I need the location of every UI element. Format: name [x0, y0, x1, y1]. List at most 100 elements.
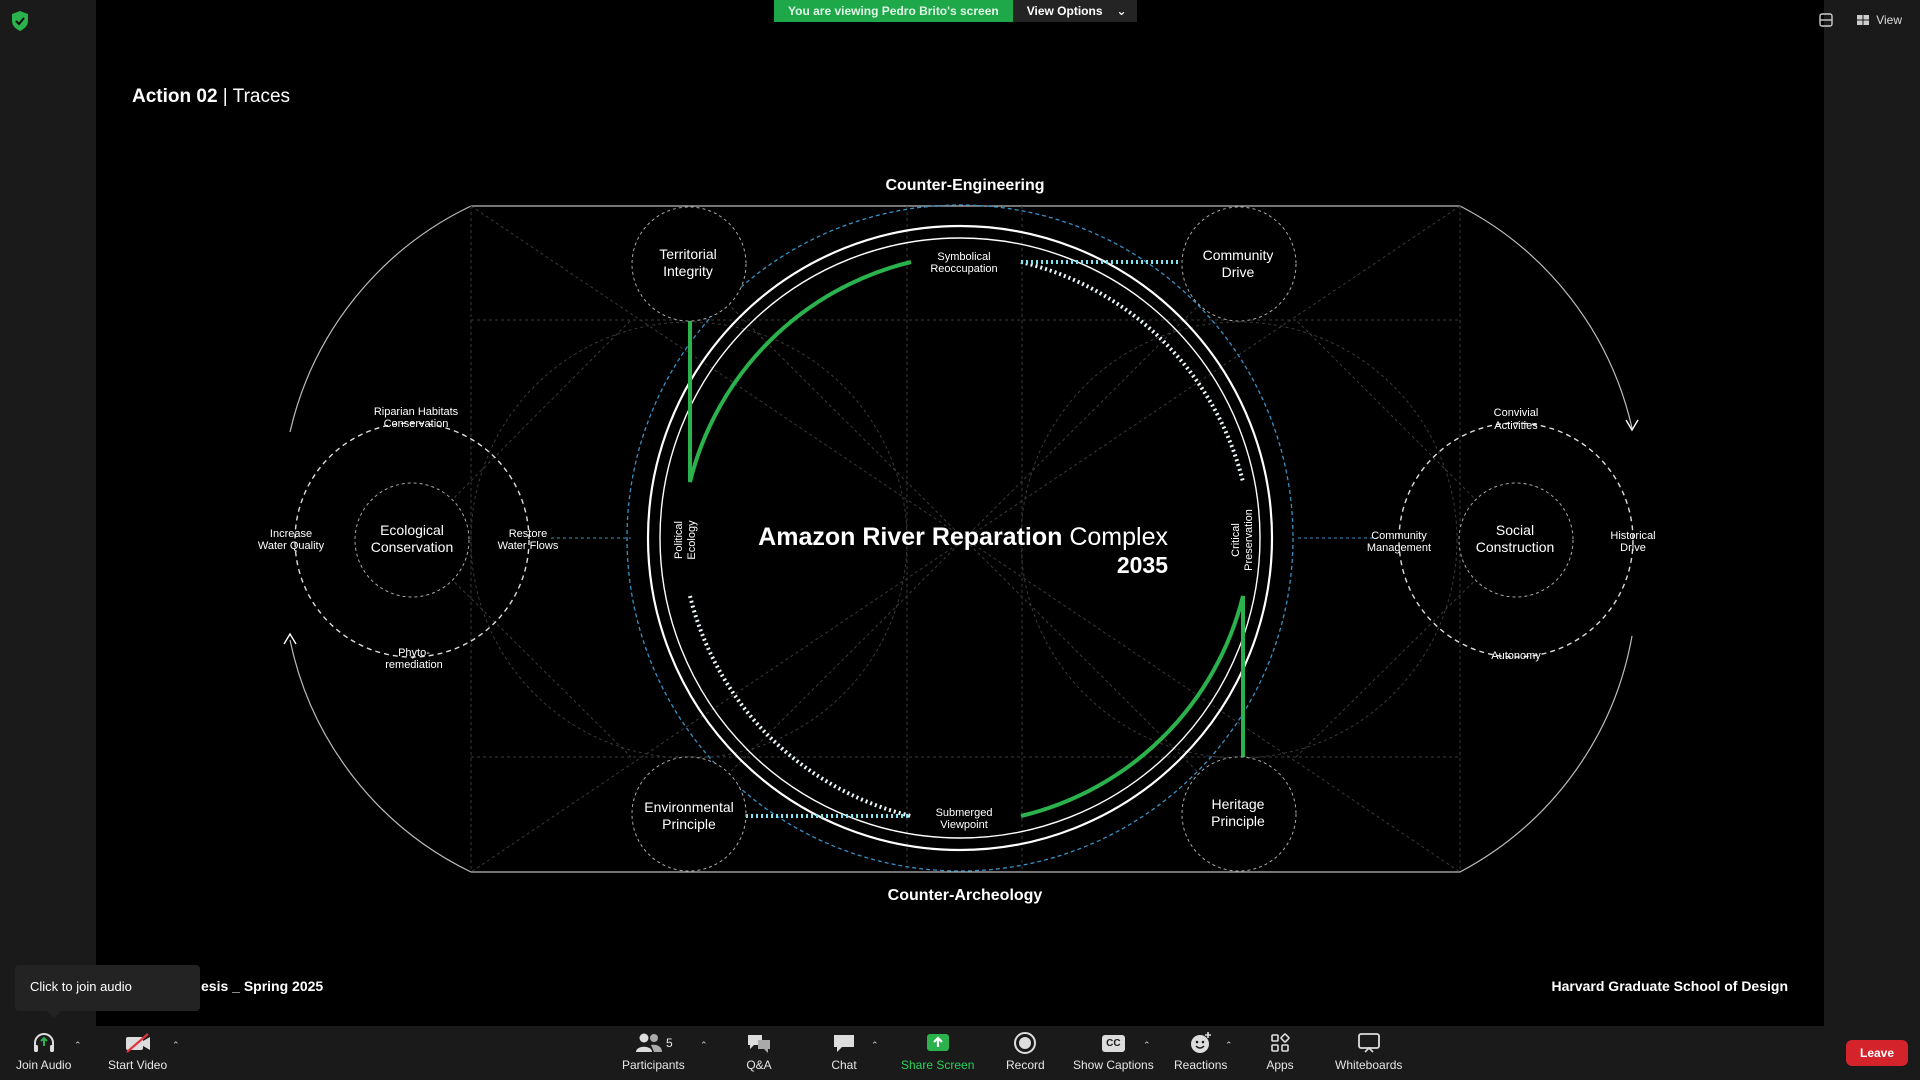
outer-track-top-left: [289, 205, 472, 433]
svg-text:Activities: Activities: [1494, 420, 1538, 432]
center-year: 2035: [1117, 552, 1168, 578]
whiteboard-icon: [1357, 1033, 1380, 1053]
join-audio-label: Join Audio: [16, 1058, 72, 1072]
whiteboards-button[interactable]: Whiteboards: [1335, 1030, 1402, 1072]
show-captions-label: Show Captions: [1073, 1058, 1154, 1072]
right-gutter: [1824, 0, 1920, 1026]
captions-options-caret[interactable]: ⌃: [1143, 1040, 1151, 1051]
svg-text:Convivial: Convivial: [1494, 407, 1539, 419]
svg-text:Preservation: Preservation: [1243, 509, 1255, 571]
reactions-options-caret[interactable]: ⌃: [1225, 1040, 1233, 1051]
svg-text:Social: Social: [1496, 522, 1534, 538]
reparation-diagram: Counter-Engineering Counter-Archeology A…: [258, 177, 1656, 904]
grid-icon: [1857, 15, 1870, 25]
share-screen-button[interactable]: Share Screen: [901, 1030, 974, 1072]
svg-text:Community: Community: [1371, 530, 1427, 542]
svg-text:Ecological: Ecological: [380, 522, 444, 538]
video-options-caret[interactable]: ⌃: [172, 1040, 180, 1051]
svg-text:Heritage: Heritage: [1212, 796, 1265, 812]
top-right-controls: View: [1812, 8, 1908, 32]
viewing-message: You are viewing Pedro Brito's screen: [774, 0, 1013, 22]
arrow-down-icon: [1625, 419, 1639, 432]
svg-text:Historical: Historical: [1610, 530, 1655, 542]
left-gutter: [0, 0, 96, 1026]
svg-text:Integrity: Integrity: [663, 263, 713, 279]
svg-text:Territorial: Territorial: [659, 246, 717, 262]
svg-text:Autonomy: Autonomy: [1491, 650, 1541, 662]
captions-icon: CC: [1102, 1034, 1125, 1052]
svg-text:Political: Political: [673, 521, 685, 559]
qa-icon: [748, 1035, 770, 1053]
reactions-button[interactable]: Reactions: [1174, 1030, 1227, 1072]
svg-text:Restore: Restore: [509, 528, 548, 540]
svg-text:Management: Management: [1367, 542, 1431, 554]
qa-label: Q&A: [746, 1058, 772, 1072]
view-button[interactable]: View: [1850, 9, 1908, 31]
share-banner: You are viewing Pedro Brito's screen Vie…: [774, 0, 1137, 22]
join-audio-button[interactable]: Join Audio: [16, 1030, 71, 1072]
record-icon: [1014, 1032, 1037, 1054]
chat-label: Chat: [831, 1058, 857, 1072]
chat-icon: [834, 1035, 854, 1052]
video-off-icon: [125, 1033, 150, 1053]
shield-icon[interactable]: [10, 10, 30, 32]
apps-label: Apps: [1266, 1058, 1294, 1072]
meeting-toolbar: Join Audio ⌃ Start Video ⌃ 5 Participant…: [0, 1026, 1920, 1080]
svg-text:Ecology: Ecology: [686, 520, 698, 560]
shared-screen-slide: Action 02 | Traces Counter-Engineering C…: [96, 0, 1824, 1026]
svg-text:Conservation: Conservation: [371, 539, 454, 555]
svg-text:Viewpoint: Viewpoint: [940, 819, 988, 831]
view-options-button[interactable]: View Options ⌄: [1012, 0, 1137, 22]
svg-text:remediation: remediation: [385, 659, 442, 671]
svg-text:Water Quality: Water Quality: [258, 540, 325, 552]
whiteboards-label: Whiteboards: [1335, 1058, 1403, 1072]
view-options-label: View Options: [1026, 4, 1103, 18]
slide-footer-left: esis _ Spring 2025: [201, 978, 324, 994]
svg-text:Water Flows: Water Flows: [498, 540, 559, 552]
qa-button[interactable]: Q&A: [744, 1030, 774, 1072]
apps-button[interactable]: Apps: [1265, 1030, 1295, 1072]
headphones-icon: [33, 1033, 54, 1052]
share-screen-icon: [926, 1034, 949, 1051]
tooltip-text: Click to join audio: [30, 979, 132, 994]
audio-options-caret[interactable]: ⌃: [74, 1040, 82, 1051]
leave-button[interactable]: Leave: [1846, 1040, 1908, 1066]
svg-text:Construction: Construction: [1476, 539, 1555, 555]
participants-icon: [636, 1033, 662, 1052]
outer-track-bottom: [289, 635, 1633, 873]
reactions-label: Reactions: [1174, 1058, 1228, 1072]
record-button[interactable]: Record: [1006, 1030, 1045, 1072]
join-audio-tooltip: Click to join audio: [15, 965, 200, 1018]
svg-text:Critical: Critical: [1230, 523, 1242, 557]
bottom-label: Counter-Archeology: [888, 887, 1043, 904]
immersive-button[interactable]: [1812, 8, 1840, 32]
reactions-icon: [1190, 1032, 1211, 1053]
svg-text:Environmental: Environmental: [644, 799, 734, 815]
center-title: Amazon River Reparation Complex: [758, 523, 1168, 551]
start-video-button[interactable]: Start Video: [108, 1030, 167, 1072]
chat-button[interactable]: Chat: [829, 1030, 859, 1072]
participants-button[interactable]: 5 Participants: [622, 1030, 685, 1072]
start-video-label: Start Video: [108, 1058, 168, 1072]
share-screen-label: Share Screen: [901, 1058, 975, 1072]
svg-text:Drive: Drive: [1620, 542, 1646, 554]
top-label: Counter-Engineering: [885, 177, 1044, 194]
record-label: Record: [1006, 1058, 1045, 1072]
view-label: View: [1876, 13, 1902, 27]
chevron-down-icon: ⌄: [1116, 4, 1127, 18]
svg-text:Reoccupation: Reoccupation: [930, 263, 997, 275]
participants-options-caret[interactable]: ⌃: [700, 1040, 708, 1051]
svg-text:Community: Community: [1203, 247, 1274, 263]
svg-text:Conservation: Conservation: [384, 418, 449, 430]
svg-text:Drive: Drive: [1222, 264, 1255, 280]
svg-text:Submerged: Submerged: [936, 807, 993, 819]
svg-text:Increase: Increase: [270, 528, 312, 540]
apps-icon: [1271, 1033, 1290, 1052]
svg-text:Principle: Principle: [662, 816, 716, 832]
slide-footer-right: Harvard Graduate School of Design: [1551, 978, 1789, 994]
participants-count: 5: [666, 1036, 673, 1050]
show-captions-button[interactable]: CC Show Captions: [1073, 1030, 1154, 1072]
svg-text:Symbolical: Symbolical: [937, 251, 990, 263]
chat-options-caret[interactable]: ⌃: [871, 1040, 879, 1051]
participants-label: Participants: [622, 1058, 685, 1072]
